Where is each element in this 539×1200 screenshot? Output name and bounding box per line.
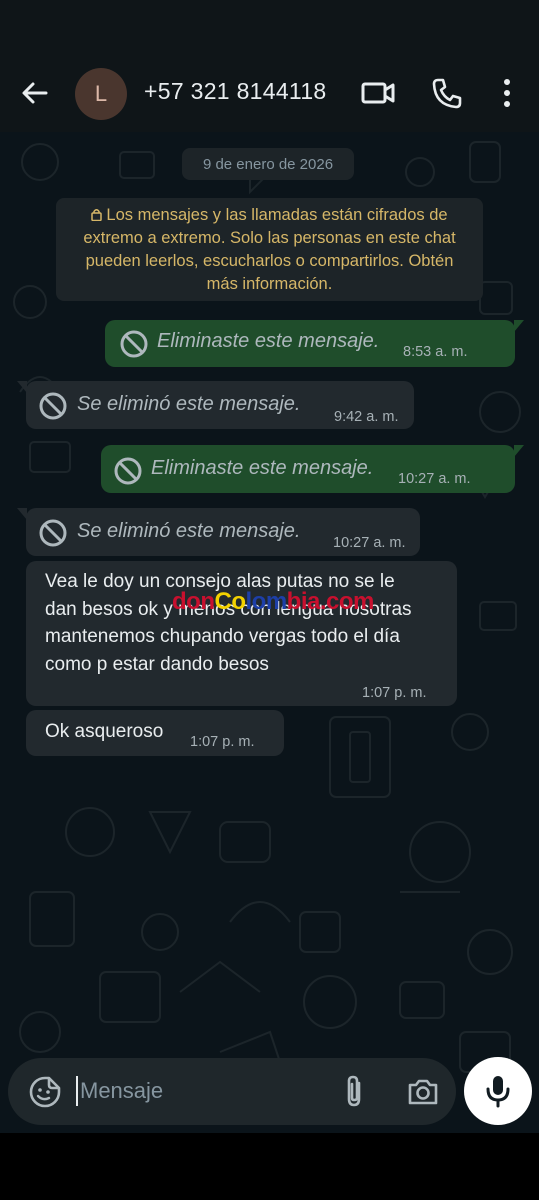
attach-icon[interactable] [338, 1073, 370, 1109]
message-text: Ok asqueroso [45, 721, 164, 742]
message-time: 1:07 p. m. [362, 685, 427, 701]
video-call-icon[interactable] [360, 76, 396, 110]
message-time: 9:42 a. m. [334, 409, 399, 425]
message-bubble-outgoing[interactable]: Eliminaste este mensaje. 10:27 a. m. [101, 445, 524, 493]
watermark: donColombia.com [172, 588, 374, 615]
encryption-notice[interactable]: Los mensajes y las llamadas están cifrad… [56, 198, 483, 301]
date-separator: 9 de enero de 2026 [182, 148, 354, 180]
deleted-message-icon [114, 457, 142, 485]
message-input[interactable]: Mensaje [80, 1072, 320, 1110]
deleted-message-icon [39, 392, 67, 420]
bubble-tail [514, 320, 524, 332]
bubble-tail [17, 381, 27, 393]
message-time: 10:27 a. m. [333, 535, 406, 551]
chat-header: L +57 321 8144118 [0, 0, 539, 132]
camera-icon[interactable] [406, 1075, 440, 1109]
navigation-bar-area [0, 1133, 539, 1200]
message-bubble-incoming[interactable]: Vea le doy un consejo alas putas no se l… [26, 561, 457, 706]
back-arrow-icon[interactable] [18, 76, 52, 110]
message-input-bar: Mensaje [8, 1058, 456, 1125]
deleted-message-icon [120, 330, 148, 358]
message-time: 10:27 a. m. [398, 471, 471, 487]
deleted-message-text: Eliminaste este mensaje. [157, 330, 380, 352]
message-bubble-incoming[interactable]: Se eliminó este mensaje. 10:27 a. m. [17, 508, 420, 556]
text-caret [76, 1076, 78, 1106]
message-time: 1:07 p. m. [190, 734, 255, 750]
chat-screen: L +57 321 8144118 9 de enero de 2026 Los… [0, 0, 539, 1133]
avatar-initial: L [94, 81, 108, 106]
voice-record-button[interactable] [464, 1057, 532, 1125]
avatar[interactable]: L [75, 68, 127, 120]
encryption-notice-text: Los mensajes y las llamadas están cifrad… [83, 206, 456, 293]
message-bubble-incoming[interactable]: Ok asqueroso 1:07 p. m. [26, 710, 284, 756]
contact-name[interactable]: +57 321 8144118 [144, 78, 327, 105]
microphone-icon [486, 1076, 510, 1108]
more-options-icon[interactable] [496, 76, 518, 110]
message-bubble-incoming[interactable]: Se eliminó este mensaje. 9:42 a. m. [17, 381, 414, 429]
deleted-message-icon [39, 519, 67, 547]
bubble-tail [514, 445, 524, 457]
lock-icon [91, 209, 103, 221]
bubble-tail [17, 508, 27, 520]
sticker-icon[interactable] [28, 1075, 62, 1109]
message-text: Vea le doy un consejo alas putas no se l… [45, 571, 412, 675]
message-time: 8:53 a. m. [403, 344, 468, 360]
deleted-message-text: Se eliminó este mensaje. [77, 520, 301, 542]
deleted-message-text: Eliminaste este mensaje. [151, 457, 374, 479]
phone-call-icon[interactable] [430, 76, 464, 110]
message-bubble-outgoing[interactable]: Eliminaste este mensaje. 8:53 a. m. [105, 320, 524, 367]
deleted-message-text: Se eliminó este mensaje. [77, 393, 301, 415]
